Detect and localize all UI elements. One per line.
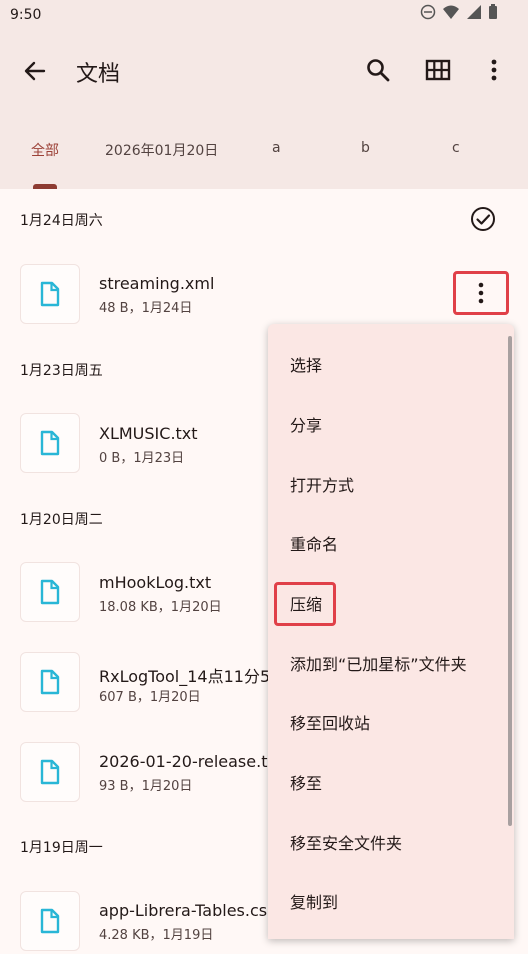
menu-scrollbar[interactable] [508,336,512,826]
document-icon [40,579,60,605]
section-header: 1月19日周一 [20,840,103,856]
search-icon [367,59,390,82]
menu-item-select[interactable]: 选择 [268,334,514,394]
file-thumbnail [20,652,80,712]
search-button[interactable] [362,54,394,86]
page-title: 文档 [76,62,121,87]
menu-item-share[interactable]: 分享 [268,394,514,454]
file-name: 2026-01-20-release.txt [99,752,284,771]
tab-b[interactable]: b [361,140,370,156]
document-icon [40,281,60,307]
menu-item-label: 打开方式 [290,476,355,495]
file-meta: 18.08 KB，1月20日 [99,600,222,615]
file-meta: 48 B，1月24日 [99,301,193,316]
highlight-box [274,582,336,626]
file-name: mHookLog.txt [99,573,212,592]
menu-item-label: 分享 [290,416,323,435]
menu-item-label: 移至 [290,774,323,793]
menu-item-label: 复制到 [290,893,339,912]
document-icon [40,430,60,456]
context-menu: 选择 分享 打开方式 重命名 压缩 添加到“已加星标”文件夹 移至回收站 移至 … [268,324,514,939]
tab-c[interactable]: c [452,140,460,156]
more-vert-icon [491,59,497,81]
status-icons [420,4,498,20]
toolbar: 文档 [0,40,528,100]
grid-icon [425,59,451,81]
tab-a[interactable]: a [272,140,281,156]
tab-indicator [33,184,57,189]
select-all-check-icon[interactable] [468,204,498,234]
tab-date[interactable]: 2026年01月20日 [105,140,218,160]
file-thumbnail [20,562,80,622]
file-meta: 607 B，1月20日 [99,690,201,705]
menu-item-rename[interactable]: 重命名 [268,513,514,573]
file-name: RxLogTool_14点11分5 [99,667,271,686]
document-icon [40,669,60,695]
menu-item-add-starred[interactable]: 添加到“已加星标”文件夹 [268,633,514,693]
menu-item-open-with[interactable]: 打开方式 [268,454,514,514]
file-name: app-Librera-Tables.css [99,901,276,920]
battery-icon [489,4,497,19]
file-name: streaming.xml [99,274,215,293]
file-thumbnail [20,891,80,951]
section-header: 1月24日周六 [20,213,103,229]
more-vert-icon [478,282,484,304]
file-name: XLMUSIC.txt [99,424,198,443]
file-more-button[interactable] [453,271,509,315]
document-icon [40,908,60,934]
file-meta: 0 B，1月23日 [99,451,185,466]
menu-item-copy-to[interactable]: 复制到 [268,871,514,931]
file-meta: 93 B，1月20日 [99,779,193,794]
signal-icon [467,5,481,19]
section-header: 1月20日周二 [20,512,103,528]
menu-item-label: 移至回收站 [290,714,371,733]
file-thumbnail [20,264,80,324]
back-arrow-icon[interactable] [20,56,50,86]
tab-all[interactable]: 全部 [31,140,59,160]
file-row[interactable]: streaming.xml 48 B，1月24日 [0,258,528,328]
menu-item-move-to-secure-folder[interactable]: 移至安全文件夹 [268,812,514,872]
menu-item-label: 添加到“已加星标”文件夹 [290,655,467,674]
grid-view-button[interactable] [422,54,454,86]
filter-tabs: 全部 2026年01月20日 a b c [0,130,528,170]
wifi-icon [443,5,459,19]
document-icon [40,759,60,785]
dnd-icon [420,4,436,20]
file-thumbnail [20,413,80,473]
file-meta: 4.28 KB，1月19日 [99,928,214,943]
status-time: 9:50 [10,7,42,23]
section-header: 1月23日周五 [20,363,103,379]
menu-item-move-to-trash[interactable]: 移至回收站 [268,692,514,752]
menu-item-label: 选择 [290,356,323,375]
menu-item-compress[interactable]: 压缩 [268,573,514,633]
menu-item-label: 移至安全文件夹 [290,834,403,853]
top-app-bar: 9:50 文档 全部 2026年01月20日 a b c [0,0,528,189]
menu-item-label: 重命名 [290,535,339,554]
menu-item-move-to[interactable]: 移至 [268,752,514,812]
file-thumbnail [20,742,80,802]
overflow-menu-button[interactable] [478,54,510,86]
